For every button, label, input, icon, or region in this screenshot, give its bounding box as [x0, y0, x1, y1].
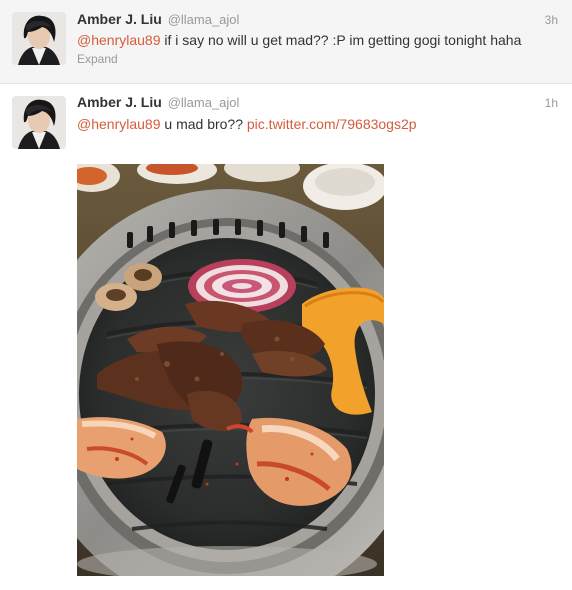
tweet-body: u mad bro??: [160, 116, 247, 132]
tweet-item[interactable]: Amber J. Liu @llama_ajol 3h @henrylau89 …: [0, 0, 572, 84]
tweet-text: @henrylau89 if i say no will u get mad??…: [77, 31, 558, 49]
expand-link[interactable]: Expand: [77, 52, 118, 66]
avatar[interactable]: [12, 12, 66, 65]
tweet-item[interactable]: Amber J. Liu @llama_ajol 1h @henrylau89 …: [0, 84, 572, 590]
username[interactable]: @llama_ajol: [168, 95, 240, 110]
avatar[interactable]: [12, 96, 66, 149]
mention-link[interactable]: @henrylau89: [77, 116, 161, 132]
tweet-header: Amber J. Liu @llama_ajol 1h: [77, 94, 558, 112]
timestamp[interactable]: 1h: [545, 96, 558, 110]
mention-link[interactable]: @henrylau89: [77, 32, 161, 48]
tweet-body: if i say no will u get mad?? :P im getti…: [160, 32, 522, 48]
username[interactable]: @llama_ajol: [168, 12, 240, 27]
tweet-text: @henrylau89 u mad bro?? pic.twitter.com/…: [77, 115, 558, 133]
timestamp[interactable]: 3h: [545, 13, 558, 27]
tweet-header: Amber J. Liu @llama_ajol 3h: [77, 11, 558, 29]
fullname[interactable]: Amber J. Liu: [77, 11, 162, 27]
pic-link[interactable]: pic.twitter.com/79683ogs2p: [247, 116, 417, 132]
fullname[interactable]: Amber J. Liu: [77, 94, 162, 110]
tweet-photo[interactable]: [77, 164, 384, 576]
